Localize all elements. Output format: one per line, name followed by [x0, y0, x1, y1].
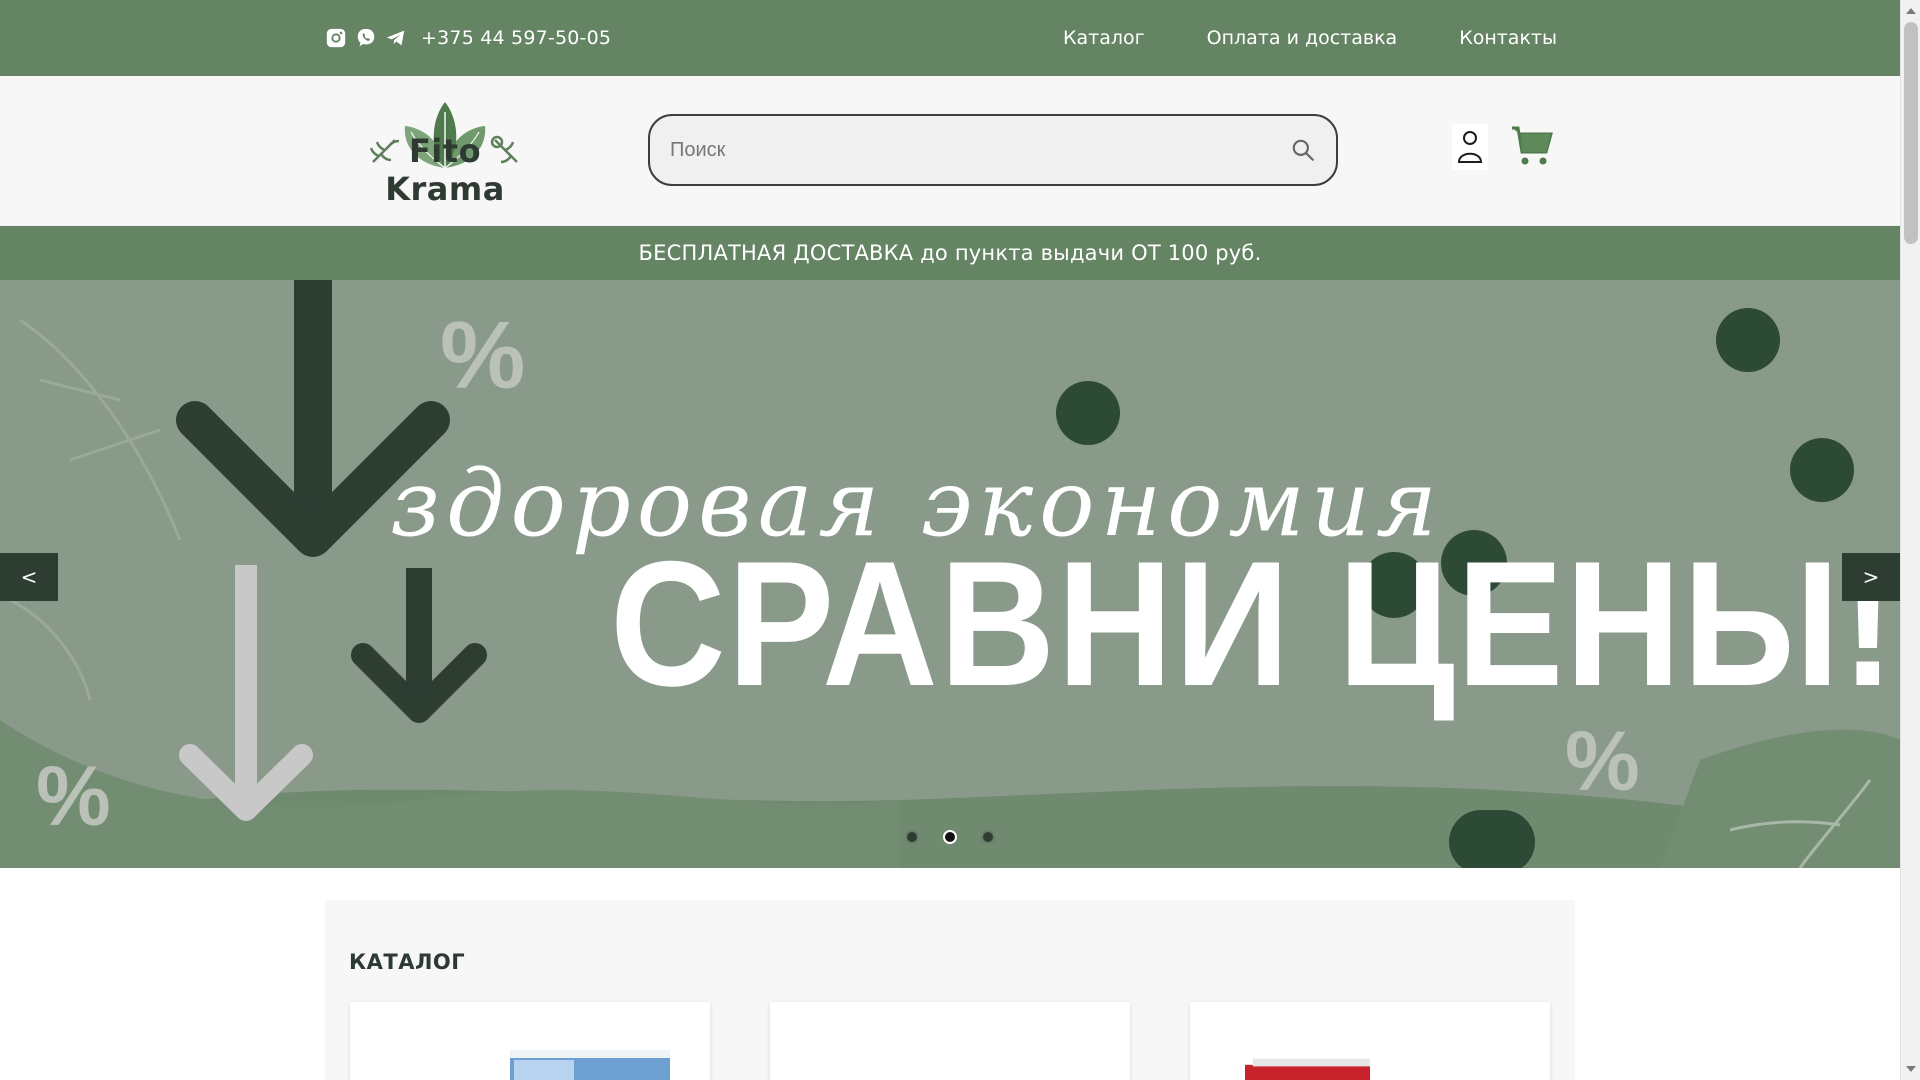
svg-text:%: %	[440, 302, 525, 409]
svg-text:%: %	[1565, 714, 1640, 808]
cart-icon[interactable]	[1510, 124, 1554, 168]
header: Fito Krama	[0, 76, 1900, 226]
scroll-down-icon[interactable]	[1906, 1066, 1916, 1072]
phone-number[interactable]: +375 44 597-50-05	[421, 27, 611, 49]
nav-contacts[interactable]: Контакты	[1459, 27, 1557, 49]
slider-dot-1[interactable]	[905, 830, 919, 844]
svg-text:%: %	[36, 749, 111, 843]
instagram-icon[interactable]	[325, 27, 347, 49]
viber-icon[interactable]	[355, 27, 377, 49]
catalog-card[interactable]	[1190, 1002, 1550, 1080]
page: +375 44 597-50-05 Каталог Оплата и доста…	[0, 0, 1900, 1080]
top-nav: Каталог Оплата и доставка Контакты	[1063, 27, 1557, 49]
product-image	[510, 1050, 670, 1080]
promo-text: БЕСПЛАТНАЯ ДОСТАВКА до пункта выдачи ОТ …	[638, 241, 1262, 265]
search-icon[interactable]	[1290, 137, 1316, 163]
scrollbar-thumb[interactable]	[1904, 22, 1918, 244]
hero-slider: % % % здоровая экономия СРАВНИ ЦЕНЫ! < >	[0, 280, 1900, 868]
product-image	[1245, 1058, 1370, 1080]
slider-next-button[interactable]: >	[1842, 553, 1900, 601]
search-bar	[648, 114, 1338, 186]
scrollbar[interactable]	[1900, 0, 1920, 1080]
nav-payment-delivery[interactable]: Оплата и доставка	[1207, 27, 1398, 49]
hero-headline: СРАВНИ ЦЕНЫ!	[610, 524, 1897, 723]
logo[interactable]: Fito Krama	[345, 98, 545, 208]
search-input[interactable]	[670, 138, 1290, 162]
user-icon[interactable]	[1452, 124, 1488, 170]
slider-prev-button[interactable]: <	[0, 553, 58, 601]
slider-dot-3[interactable]	[981, 830, 995, 844]
free-delivery-banner: БЕСПЛАТНАЯ ДОСТАВКА до пункта выдачи ОТ …	[0, 226, 1900, 280]
catalog-section: КАТАЛОГ	[325, 900, 1575, 1080]
scroll-up-icon[interactable]	[1906, 8, 1916, 14]
slider-dots	[0, 830, 1900, 844]
catalog-card[interactable]	[770, 1002, 1130, 1080]
catalog-card[interactable]	[350, 1002, 710, 1080]
nav-catalog[interactable]: Каталог	[1063, 27, 1145, 49]
logo-text: Fito Krama	[385, 132, 505, 208]
telegram-icon[interactable]	[385, 27, 407, 49]
top-bar: +375 44 597-50-05 Каталог Оплата и доста…	[0, 0, 1900, 76]
slider-dot-2[interactable]	[943, 830, 957, 844]
social-links	[325, 27, 407, 49]
catalog-title: КАТАЛОГ	[349, 950, 466, 974]
